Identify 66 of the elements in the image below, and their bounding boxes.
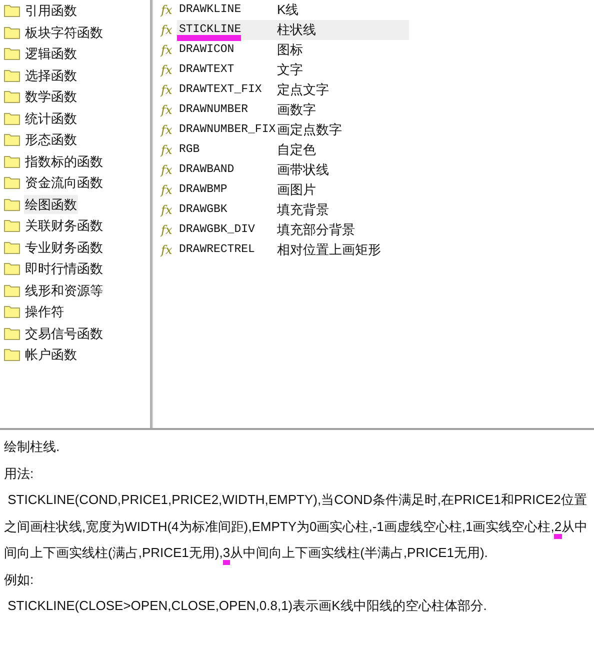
category-item[interactable]: 帐户函数 (24, 345, 78, 364)
function-icon: fx (161, 61, 177, 79)
summary-text: 绘制柱线. (4, 438, 61, 456)
function-icon: fx (161, 81, 177, 99)
folder-icon (4, 326, 20, 340)
function-icon: fx (161, 21, 177, 39)
function-row[interactable]: DRAWGBK_DIV 填充部分背景 (177, 220, 409, 240)
folder-icon (4, 90, 20, 104)
category-item[interactable]: 指数标的函数 (24, 152, 104, 171)
function-row[interactable]: STICKLINE 柱状线 (177, 20, 409, 40)
category-item[interactable]: 交易信号函数 (24, 324, 104, 343)
folder-icon (4, 112, 20, 125)
folder-icon (4, 26, 20, 39)
function-row[interactable]: DRAWNUMBER 画数字 (177, 100, 409, 120)
folder-icon (4, 240, 20, 254)
function-icon: fx (161, 1, 177, 19)
category-item[interactable]: 逻辑函数 (24, 44, 78, 64)
function-row[interactable]: DRAWTEXT 文字 (177, 60, 409, 80)
category-item[interactable]: 即时行情函数 (24, 259, 104, 278)
example-label: 例如: (4, 570, 35, 588)
example-text: STICKLINE(CLOSE>OPEN,CLOSE,OPEN,0.8,1)表示画K线中阳线的空心柱体部分. (6, 597, 488, 615)
folder-icon (4, 68, 20, 82)
function-icon: fx (161, 41, 177, 59)
function-icon: fx (161, 221, 177, 239)
folder-icon (4, 262, 20, 276)
function-icon: fx (161, 141, 177, 159)
folder-icon (4, 219, 20, 232)
function-row[interactable]: DRAWGBK 填充背景 (177, 200, 409, 220)
folder-icon (4, 305, 20, 318)
category-item[interactable]: 关联财务函数 (24, 216, 104, 236)
category-item[interactable]: 绘图函数 (24, 194, 78, 214)
folder-icon (4, 154, 20, 168)
category-item[interactable]: 形态函数 (24, 130, 78, 150)
usage-text: STICKLINE(COND,PRICE1,PRICE2,WIDTH,EMPTY),当COND条件满足时,在PRICE1和PRICE2位置之间画柱状线,宽度为WIDTH(4为标准间距),EMPTY为0画实心柱,-1画虚线空心柱,1画实线空心柱,2从中间向上下画实线柱(满占,PRICE1无用),3从中间向上下画实线柱(半满占,PRICE1无用). (4, 487, 590, 566)
function-row[interactable]: DRAWBMP 画图片 (177, 180, 409, 200)
function-row[interactable]: RGB 自定色 (177, 140, 409, 160)
category-item[interactable]: 操作符 (24, 302, 65, 322)
function-icon: fx (161, 161, 177, 179)
function-icon: fx (161, 201, 177, 219)
function-row[interactable]: DRAWICON 图标 (177, 40, 409, 60)
category-item[interactable]: 板块字符函数 (24, 22, 104, 42)
folder-icon (4, 198, 20, 211)
function-row[interactable]: DRAWNUMBER_FIX画定点数字 (177, 120, 409, 140)
category-item[interactable]: 引用函数 (24, 1, 78, 20)
category-item[interactable]: 专业财务函数 (24, 238, 104, 257)
category-item[interactable]: 资金流向函数 (24, 173, 104, 192)
highlight-mark (177, 35, 241, 41)
function-icon: fx (161, 181, 177, 199)
category-item[interactable]: 统计函数 (24, 108, 78, 128)
folder-icon (4, 133, 20, 146)
function-icon: fx (161, 121, 177, 139)
category-item[interactable]: 数学函数 (24, 87, 78, 106)
function-row[interactable]: DRAWRECTREL 相对位置上画矩形 (177, 240, 409, 260)
folder-icon (4, 176, 20, 190)
category-item[interactable]: 选择函数 (24, 66, 78, 85)
folder-icon (4, 47, 20, 60)
category-item[interactable]: 线形和资源等 (24, 280, 104, 300)
folder-icon (4, 4, 20, 18)
function-row[interactable]: DRAWKLINE K线 (177, 0, 409, 20)
folder-icon (4, 348, 20, 362)
folder-icon (4, 284, 20, 297)
function-icon: fx (161, 241, 177, 259)
function-icon: fx (161, 101, 177, 119)
function-row[interactable]: DRAWBAND 画带状线 (177, 160, 409, 180)
function-row[interactable]: DRAWTEXT_FIX 定点文字 (177, 80, 409, 100)
usage-label: 用法: (4, 464, 35, 482)
